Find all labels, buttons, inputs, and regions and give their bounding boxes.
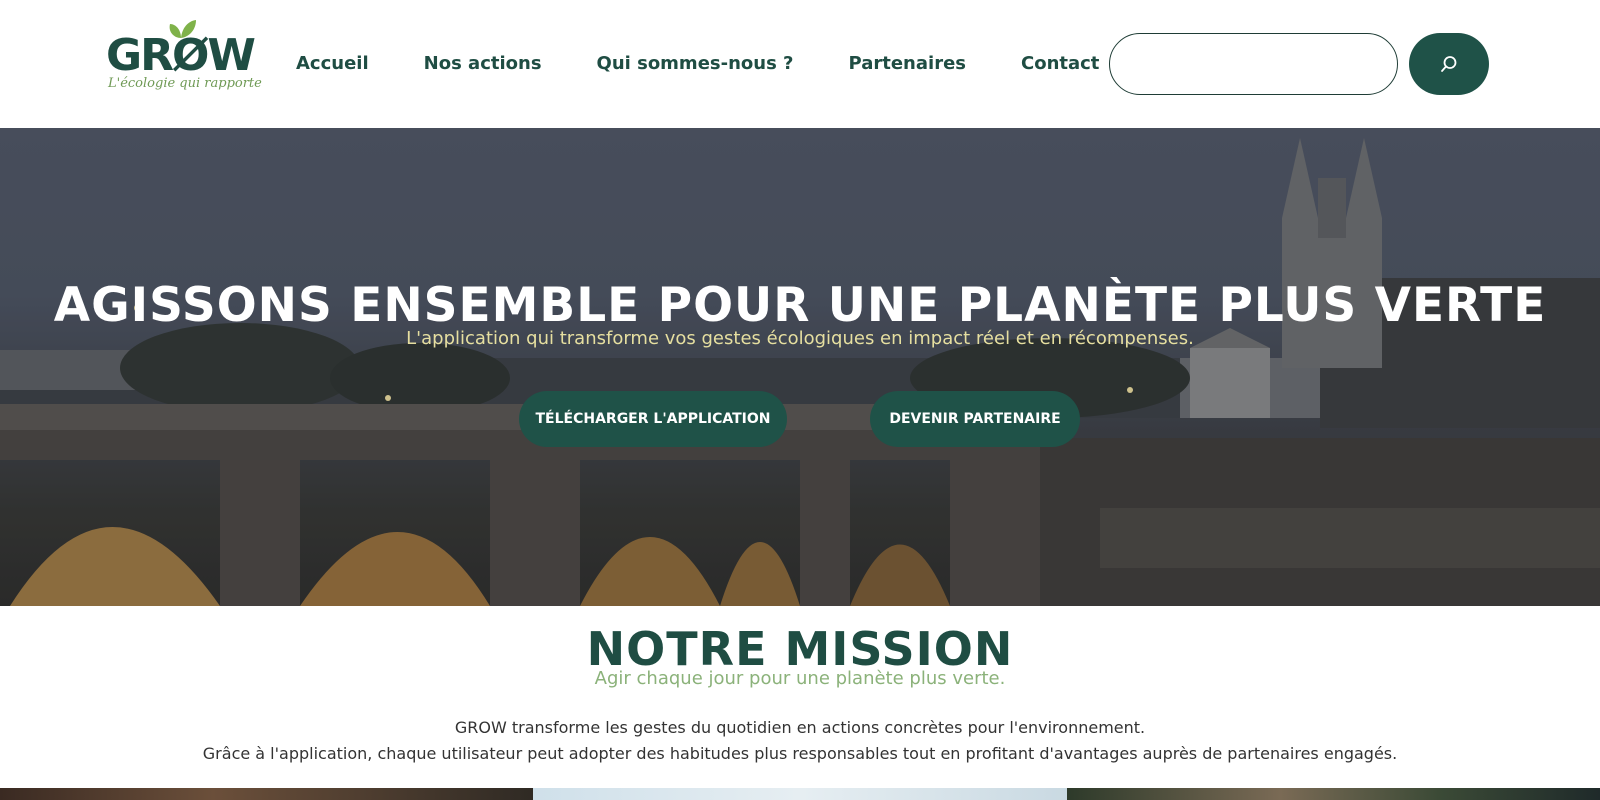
nav-item-qui-sommes-nous[interactable]: Qui sommes-nous ?	[597, 50, 794, 78]
nav-item-nos-actions[interactable]: Nos actions	[424, 50, 542, 78]
main-nav: Accueil Nos actions Qui sommes-nous ? Pa…	[296, 50, 1154, 78]
hero-section: AGISSONS ENSEMBLE POUR UNE PLANÈTE PLUS …	[0, 128, 1600, 606]
nav-item-partenaires[interactable]: Partenaires	[849, 50, 966, 78]
mission-text-line-1: GROW transforme les gestes du quotidien …	[454, 718, 1146, 737]
site-header: GRØW L'écologie qui rapporte Accueil Nos…	[0, 0, 1600, 128]
mission-subtitle: Agir chaque jour pour une planète plus v…	[594, 668, 1006, 689]
hero-overlay	[0, 128, 1600, 606]
logo[interactable]: GRØW L'écologie qui rapporte	[106, 18, 262, 102]
mission-text-line-2: Grâce à l'application, chaque utilisateu…	[202, 744, 1398, 763]
hero-title: AGISSONS ENSEMBLE POUR UNE PLANÈTE PLUS …	[53, 278, 1547, 333]
hero-subtitle: L'application qui transforme vos gestes …	[406, 328, 1194, 349]
logo-tagline: L'écologie qui rapporte	[108, 76, 262, 91]
logo-wordmark: GRØW	[106, 30, 256, 81]
nav-item-accueil[interactable]: Accueil	[296, 50, 369, 78]
mission-image-1	[0, 788, 533, 800]
nav-item-contact[interactable]: Contact	[1021, 50, 1099, 78]
search-icon	[1441, 56, 1457, 72]
search-input[interactable]	[1109, 33, 1398, 95]
download-app-button[interactable]: TÉLÉCHARGER L'APPLICATION	[519, 391, 787, 447]
mission-image-3	[1067, 788, 1600, 800]
become-partner-button[interactable]: DEVENIR PARTENAIRE	[870, 391, 1080, 447]
search-button[interactable]	[1409, 33, 1489, 95]
mission-image-2	[533, 788, 1067, 800]
